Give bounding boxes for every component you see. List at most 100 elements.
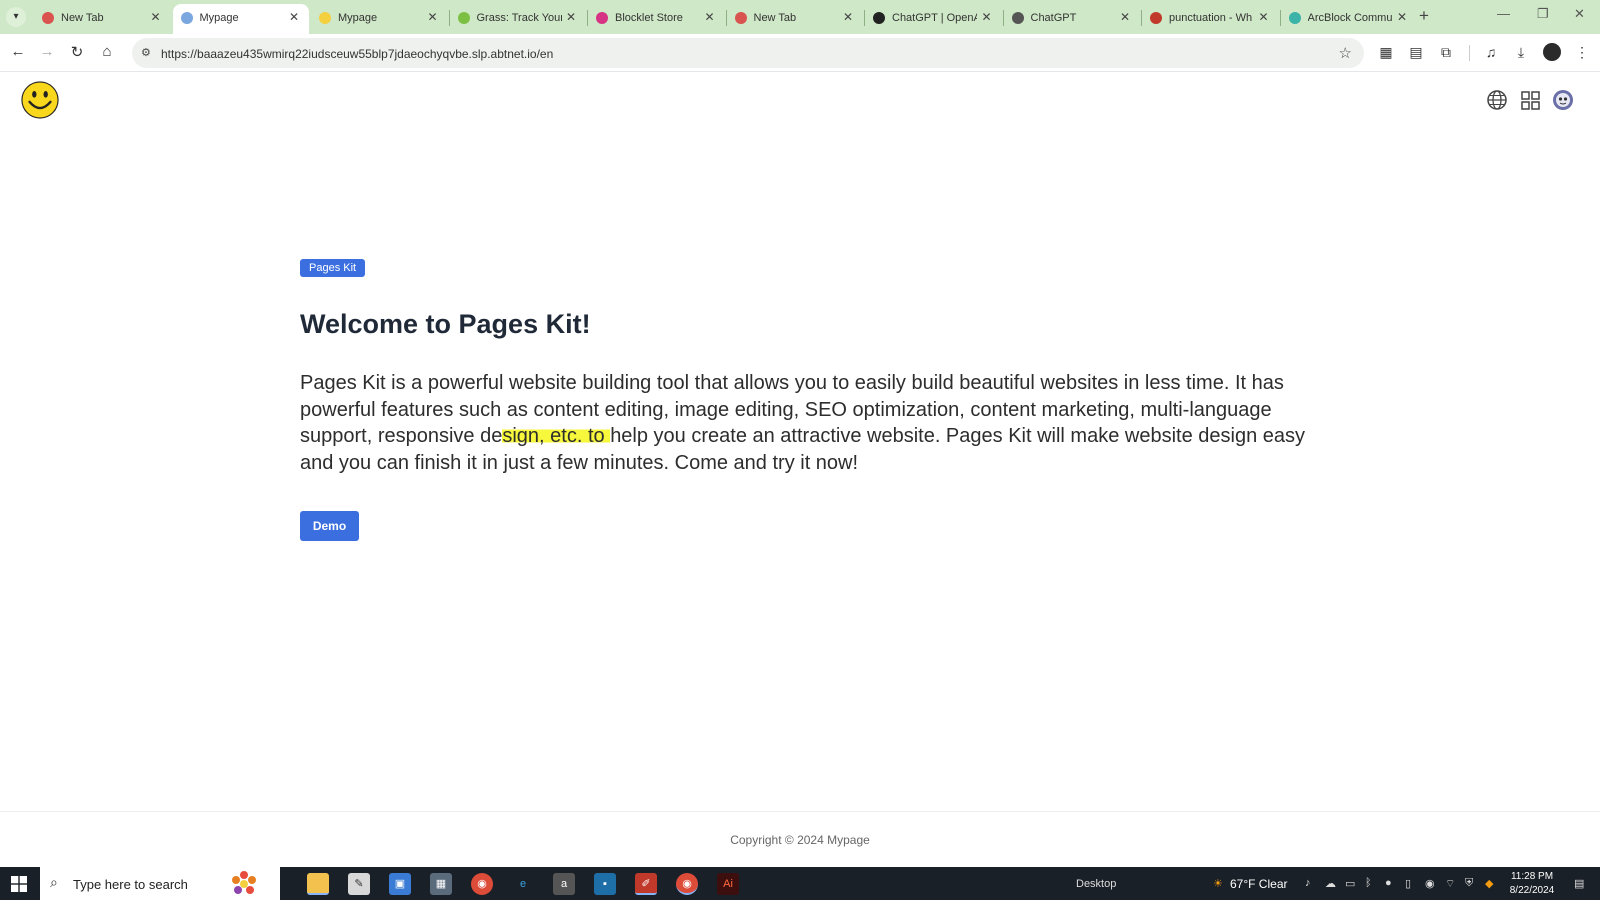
tab-label: Blocklet Store: [615, 12, 683, 24]
tab-label: ChatGPT: [1030, 12, 1077, 24]
tab-close-icon[interactable]: ✕: [566, 10, 576, 24]
download-icon[interactable]: ⤓: [1511, 44, 1531, 61]
windows-start-icon[interactable]: [11, 876, 27, 892]
back-icon[interactable]: ←: [8, 43, 28, 60]
cloud-icon[interactable]: ☁: [1325, 877, 1336, 890]
shield-icon[interactable]: ⛨: [1465, 877, 1473, 890]
address-bar[interactable]: ⚙ https://baaazeu435wmirq22iudsceuw55blp…: [132, 38, 1364, 68]
pen-app-icon[interactable]: ✐: [635, 873, 657, 895]
home-icon[interactable]: ⌂: [97, 43, 117, 60]
bookmark-star-icon[interactable]: ☆: [1339, 44, 1352, 62]
smiley-logo[interactable]: [21, 81, 59, 119]
clock-date: 8/22/2024: [1509, 885, 1555, 896]
chrome-tray-icon[interactable]: ◉: [1425, 877, 1435, 890]
bluetooth-icon[interactable]: ᛒ: [1365, 877, 1372, 889]
demo-button[interactable]: Demo: [300, 511, 359, 541]
tab-close-icon[interactable]: ✕: [427, 10, 437, 24]
search-placeholder: Type here to search: [73, 877, 188, 892]
file-explorer-icon[interactable]: [307, 873, 329, 895]
tab-close-icon[interactable]: ✕: [1258, 10, 1268, 24]
arcblock-icon: [1288, 12, 1301, 24]
illustrator-icon[interactable]: Ai: [717, 873, 739, 895]
forward-icon[interactable]: →: [37, 43, 57, 60]
browser-tab[interactable]: New Tab ✕: [727, 4, 864, 34]
store-icon[interactable]: ▣: [389, 873, 411, 895]
battery-icon[interactable]: ▯: [1405, 877, 1411, 890]
blocklet-icon: [596, 12, 608, 24]
tab-close-icon[interactable]: ✕: [289, 10, 299, 24]
openai-icon: [1011, 12, 1024, 24]
windows-taskbar: ⌕ Type here to search ✎ ▣ ▦ ◉ e a ▪ ✐ ◉ …: [0, 867, 1600, 900]
tab-separator: [1279, 10, 1281, 26]
openai-icon: [873, 12, 885, 24]
highlighted-text: sign, etc. to: [502, 425, 611, 448]
chrome-active-icon[interactable]: ◉: [676, 873, 698, 895]
extension-icon[interactable]: ▦: [1376, 44, 1396, 61]
copyright-text: Copyright © 2024 Mypage: [730, 833, 870, 847]
notification-app-icon[interactable]: ◆: [1485, 877, 1493, 890]
chrome-icon[interactable]: ◉: [471, 873, 493, 895]
browser-tab[interactable]: punctuation - Wh ✕: [1142, 4, 1279, 34]
browser-tab[interactable]: Blocklet Store ✕: [588, 4, 725, 34]
browser-tab[interactable]: Mypage ✕: [172, 4, 309, 34]
tab-separator: [864, 10, 865, 26]
record-icon[interactable]: ●: [1385, 877, 1392, 889]
tab-close-icon[interactable]: ✕: [981, 10, 991, 24]
edge-icon[interactable]: e: [512, 873, 534, 895]
url-text[interactable]: https://baaazeu435wmirq22iudsceuw55blp7j…: [161, 47, 553, 61]
puzzle-icon[interactable]: ⧉: [1436, 44, 1456, 61]
browser-tab[interactable]: ChatGPT | OpenAI ✕: [865, 4, 1002, 34]
weather-text[interactable]: 67°F Clear: [1230, 877, 1288, 891]
tab-label: ChatGPT | OpenAI: [892, 12, 977, 24]
paint-icon[interactable]: ✎: [348, 873, 370, 895]
globe-icon[interactable]: [1486, 89, 1508, 111]
tab-search-button[interactable]: ▾: [6, 7, 26, 27]
pages-kit-badge: Pages Kit: [300, 259, 366, 277]
calculator-icon[interactable]: ▦: [430, 873, 452, 895]
reload-icon[interactable]: ↻: [67, 43, 87, 61]
close-window-icon[interactable]: ✕: [1574, 6, 1585, 22]
tab-close-icon[interactable]: ✕: [704, 10, 714, 24]
volume-icon[interactable]: ♪: [1305, 877, 1311, 889]
tab-label: Mypage: [338, 12, 378, 24]
taskbar-clock[interactable]: 11:28 PM 8/22/2024: [1500, 870, 1564, 898]
browser-tab[interactable]: ChatGPT ✕: [1004, 4, 1141, 34]
tab-separator: [1002, 10, 1004, 26]
profile-avatar[interactable]: [1543, 43, 1561, 61]
browser-tab[interactable]: Mypage ✕: [311, 4, 448, 34]
taskbar-search[interactable]: ⌕ Type here to search: [40, 867, 280, 900]
smiley-icon: [319, 12, 331, 24]
tab-close-icon[interactable]: ✕: [843, 10, 853, 24]
page-description: Pages Kit is a powerful website building…: [300, 370, 1310, 476]
tab-label: ArcBlock Commu: [1307, 12, 1393, 24]
media-icon[interactable]: ♫: [1481, 44, 1501, 60]
search-highlight-icon: [232, 871, 256, 894]
tab-close-icon[interactable]: ✕: [1120, 10, 1130, 24]
new-tab-button[interactable]: +: [1419, 6, 1429, 26]
user-avatar-icon[interactable]: [1552, 89, 1574, 111]
tab-close-icon[interactable]: ✕: [150, 10, 160, 24]
wifi-icon[interactable]: ⌔: [1445, 877, 1455, 891]
tab-label: Grass: Track Your: [476, 12, 562, 24]
minimize-icon[interactable]: —: [1497, 6, 1510, 21]
menu-kebab-icon[interactable]: ⋮: [1572, 44, 1592, 61]
meet-icon[interactable]: ▭: [1345, 877, 1355, 890]
tab-separator: [448, 10, 450, 26]
amazon-icon[interactable]: a: [553, 873, 575, 895]
desktop-label[interactable]: Desktop: [1076, 878, 1116, 890]
action-center-icon[interactable]: ▤: [1574, 877, 1584, 890]
tab-close-icon[interactable]: ✕: [1397, 10, 1407, 24]
browser-tab[interactable]: New Tab ✕: [34, 4, 171, 34]
page-title: Welcome to Pages Kit!: [300, 309, 591, 339]
page-icon: [180, 12, 193, 24]
browser-tab[interactable]: Grass: Track Your ✕: [450, 4, 587, 34]
opera-icon: [734, 12, 747, 24]
apps-grid-icon[interactable]: [1519, 89, 1541, 111]
tab-separator: [587, 10, 588, 26]
site-info-icon[interactable]: ⚙: [141, 46, 151, 59]
restore-icon[interactable]: ❐: [1537, 6, 1549, 22]
app-icon[interactable]: ▪: [594, 873, 616, 895]
browser-tab[interactable]: ArcBlock Commu ✕: [1281, 4, 1418, 34]
grid-extension-icon[interactable]: ▤: [1406, 44, 1426, 61]
weather-icon: ☀: [1213, 878, 1223, 890]
